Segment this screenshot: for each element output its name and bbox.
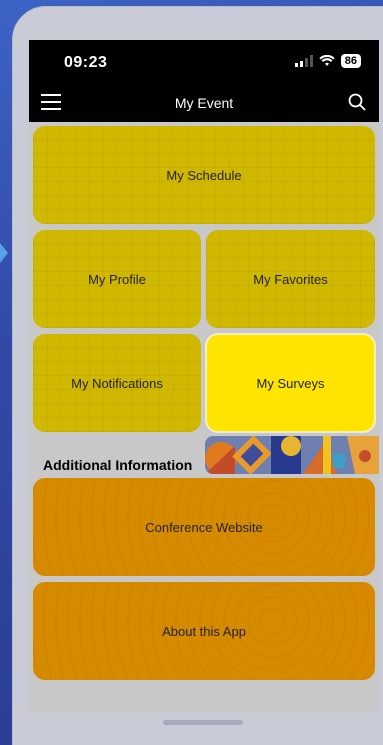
nav-bar: My Event xyxy=(29,86,379,122)
my-schedule-tile[interactable]: My Schedule xyxy=(33,126,375,224)
edge-pointer-icon xyxy=(0,243,8,263)
status-bar: 09:23 86 xyxy=(29,40,379,86)
my-surveys-label: My Surveys xyxy=(256,375,325,391)
my-profile-label: My Profile xyxy=(88,271,146,287)
my-favorites-label: My Favorites xyxy=(253,271,328,287)
decorative-banner-art xyxy=(205,436,379,474)
conference-website-label: Conference Website xyxy=(145,519,263,535)
page-title: My Event xyxy=(174,95,234,111)
about-app-tile[interactable]: About this App xyxy=(33,582,375,680)
home-indicator[interactable] xyxy=(163,720,243,725)
search-icon[interactable] xyxy=(347,92,367,112)
section-heading: Additional Information xyxy=(43,457,193,473)
conference-website-tile[interactable]: Conference Website xyxy=(33,478,375,576)
my-favorites-tile[interactable]: My Favorites xyxy=(206,230,375,328)
status-icons: 86 xyxy=(294,54,361,68)
my-schedule-label: My Schedule xyxy=(166,167,242,183)
wifi-icon xyxy=(319,55,335,66)
my-notifications-label: My Notifications xyxy=(71,375,163,391)
battery-badge: 86 xyxy=(340,54,361,68)
signal-icon xyxy=(294,55,313,67)
status-time: 09:23 xyxy=(64,54,108,71)
app-screen: 09:23 86 My Event My Schedule My Profile xyxy=(29,40,379,712)
my-profile-tile[interactable]: My Profile xyxy=(33,230,201,328)
my-notifications-tile[interactable]: My Notifications xyxy=(33,334,201,432)
about-app-label: About this App xyxy=(162,623,246,639)
my-surveys-tile[interactable]: My Surveys xyxy=(206,334,375,432)
